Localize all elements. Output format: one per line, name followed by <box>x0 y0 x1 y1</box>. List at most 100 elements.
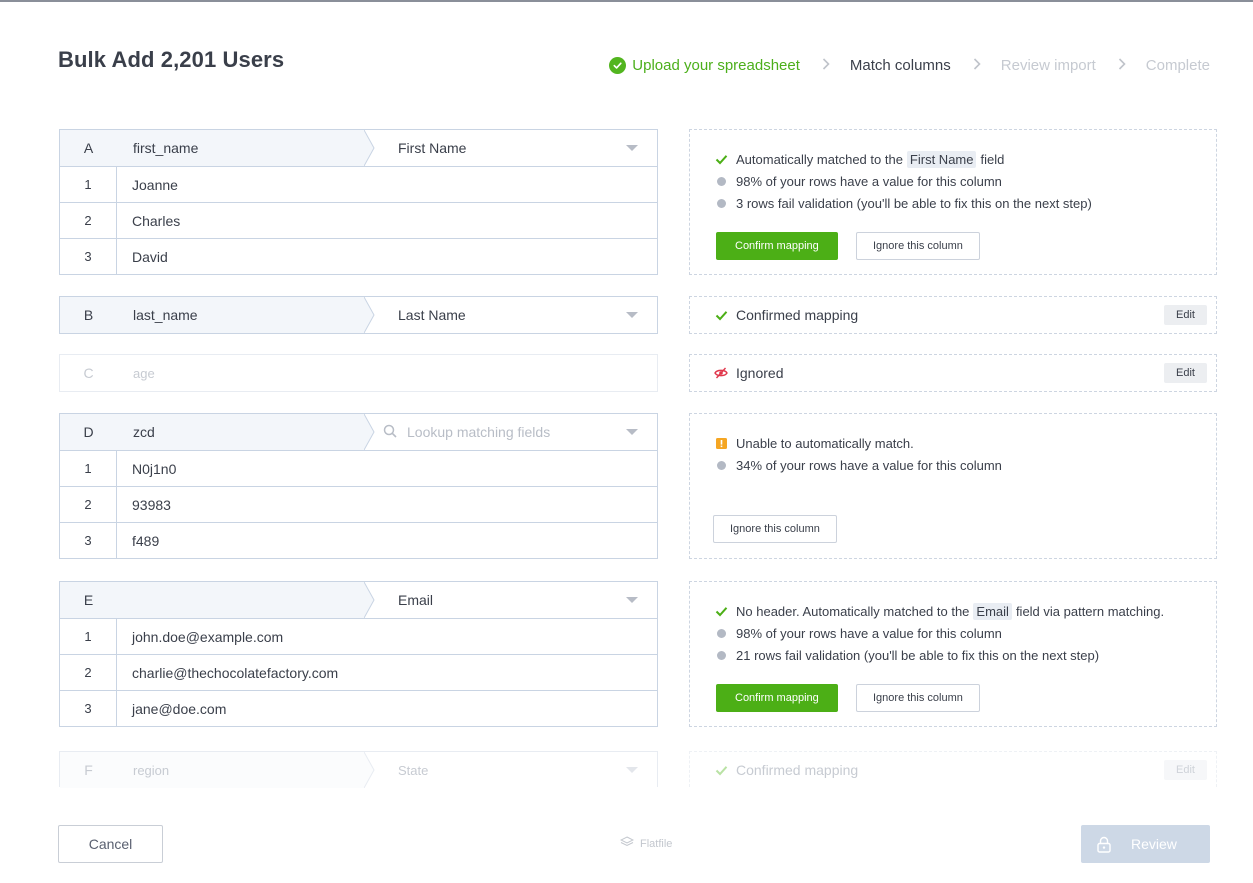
eye-slash-icon <box>714 367 728 379</box>
column-name: zcd <box>133 424 155 440</box>
field-search-select[interactable]: Lookup matching fields <box>364 414 657 450</box>
column-name: age <box>133 365 155 381</box>
status-line: Confirmed mapping <box>690 297 1216 333</box>
status-text: Confirmed mapping <box>736 762 859 778</box>
table-row: 3 David <box>60 238 657 274</box>
chevron-right-icon <box>1118 57 1126 74</box>
info-line: 98% of your rows have a value for this c… <box>690 622 1216 644</box>
column-header: B last_name Last Name <box>60 297 657 333</box>
step-label: Complete <box>1145 57 1210 74</box>
brand: Flatfile <box>619 836 673 851</box>
step-review: Review import <box>1001 57 1096 74</box>
column-header: C age <box>60 355 657 391</box>
search-icon <box>383 424 397 441</box>
cell-value: f489 <box>132 532 160 549</box>
page-title: Bulk Add 2,201 Users <box>58 47 285 72</box>
step-match[interactable]: Match columns <box>850 57 951 74</box>
confirm-mapping-button[interactable]: Confirm mapping <box>716 232 838 260</box>
info-text: 98% of your rows have a value for this c… <box>736 625 1002 641</box>
row-number: 1 <box>60 619 117 654</box>
check-circle-icon <box>609 57 627 74</box>
info-icon <box>714 628 728 638</box>
match-panel-c: Ignored Edit <box>689 354 1217 392</box>
field-select[interactable]: First Name <box>364 130 657 166</box>
row-number: 2 <box>60 203 117 238</box>
status-text: Ignored <box>736 365 784 381</box>
step-label: Match columns <box>849 57 951 74</box>
info-line: 34% of your rows have a value for this c… <box>690 454 1216 476</box>
warning-line: Unable to automatically match. <box>690 432 1216 454</box>
checkmark-icon <box>714 606 728 617</box>
column-header: E Email <box>60 582 657 618</box>
column-letter: F <box>84 762 93 778</box>
lock-icon <box>1097 836 1111 853</box>
table-row: 2 charlie@thechocolatefactory.com <box>60 654 657 690</box>
cell-value: David <box>132 248 168 265</box>
table-row: 3 jane@doe.com <box>60 690 657 726</box>
column-letter: E <box>83 592 94 608</box>
header-arrow-edge <box>364 414 375 450</box>
info-line: 98% of your rows have a value for this c… <box>690 170 1216 192</box>
edit-button[interactable]: Edit <box>1164 305 1207 325</box>
row-number: 1 <box>60 167 117 202</box>
lookup-input[interactable]: Lookup matching fields <box>365 424 550 441</box>
step-label: Upload your spreadsheet <box>632 57 800 74</box>
caret-down-icon <box>626 145 638 151</box>
table-row: 1 Joanne <box>60 166 657 202</box>
info-text: 21 rows fail validation (you'll be able … <box>736 647 1100 663</box>
checkmark-icon <box>714 154 728 165</box>
info-icon <box>714 176 728 186</box>
info-icon <box>714 198 728 208</box>
layers-icon <box>619 836 635 851</box>
caret-down-icon <box>626 312 638 318</box>
column-name: last_name <box>133 307 198 323</box>
confirm-mapping-button[interactable]: Confirm mapping <box>716 684 838 712</box>
info-text: 3 rows fail validation (you'll be able t… <box>736 195 1092 211</box>
column-card-b: B last_name Last Name <box>59 296 658 334</box>
field-select[interactable]: Email <box>364 582 657 618</box>
cancel-button[interactable]: Cancel <box>58 825 163 863</box>
info-text: 34% of your rows have a value for this c… <box>736 457 1002 473</box>
column-letter: D <box>83 424 94 440</box>
column-header: F region State <box>60 752 657 788</box>
match-text-suffix: field via pattern matching. <box>1015 603 1165 619</box>
ignore-column-button[interactable]: Ignore this column <box>856 684 980 712</box>
edit-button[interactable]: Edit <box>1164 760 1207 780</box>
cell-value: Charles <box>132 212 181 229</box>
progress-steps: Upload your spreadsheet Match columns Re… <box>609 57 1210 74</box>
status-text: Confirmed mapping <box>736 307 859 323</box>
info-line: 3 rows fail validation (you'll be able t… <box>690 192 1216 214</box>
info-line: 21 rows fail validation (you'll be able … <box>690 644 1216 666</box>
row-number: 3 <box>60 691 117 726</box>
step-complete: Complete <box>1146 57 1210 74</box>
warning-icon <box>714 437 728 449</box>
ignore-column-button[interactable]: Ignore this column <box>713 515 837 543</box>
match-panel-f: Confirmed mapping Edit <box>689 751 1217 787</box>
status-line: Confirmed mapping <box>690 752 1216 788</box>
table-row: 2 93983 <box>60 486 657 522</box>
caret-down-icon <box>626 767 638 773</box>
step-upload[interactable]: Upload your spreadsheet <box>609 57 800 74</box>
info-text: 98% of your rows have a value for this c… <box>736 173 1002 189</box>
match-text-suffix: field <box>980 151 1005 167</box>
column-card-e: E Email 1 john.doe@example.com 2 charlie@t… <box>59 581 658 727</box>
field-select[interactable]: Last Name <box>364 297 657 333</box>
field-select[interactable]: State <box>364 752 657 788</box>
column-header: A first_name First Name <box>60 130 657 166</box>
match-text: No header. Automatically matched to the <box>736 603 970 619</box>
header-arrow-edge <box>364 130 375 166</box>
cell-value: charlie@thechocolatefactory.com <box>132 664 339 681</box>
column-letter: C <box>83 365 94 381</box>
caret-down-icon <box>626 597 638 603</box>
top-border <box>0 0 1253 2</box>
column-card-a: A first_name First Name 1 Joanne 2 Charles… <box>59 129 658 275</box>
table-row: 1 john.doe@example.com <box>60 618 657 654</box>
review-button[interactable]: Review <box>1081 825 1210 863</box>
step-label: Review import <box>1000 57 1096 74</box>
ignore-column-button[interactable]: Ignore this column <box>856 232 980 260</box>
cell-value: john.doe@example.com <box>132 628 284 645</box>
edit-button[interactable]: Edit <box>1164 363 1207 383</box>
row-number: 3 <box>60 239 117 274</box>
brand-name: Flatfile <box>640 837 673 850</box>
row-number: 3 <box>60 523 117 558</box>
